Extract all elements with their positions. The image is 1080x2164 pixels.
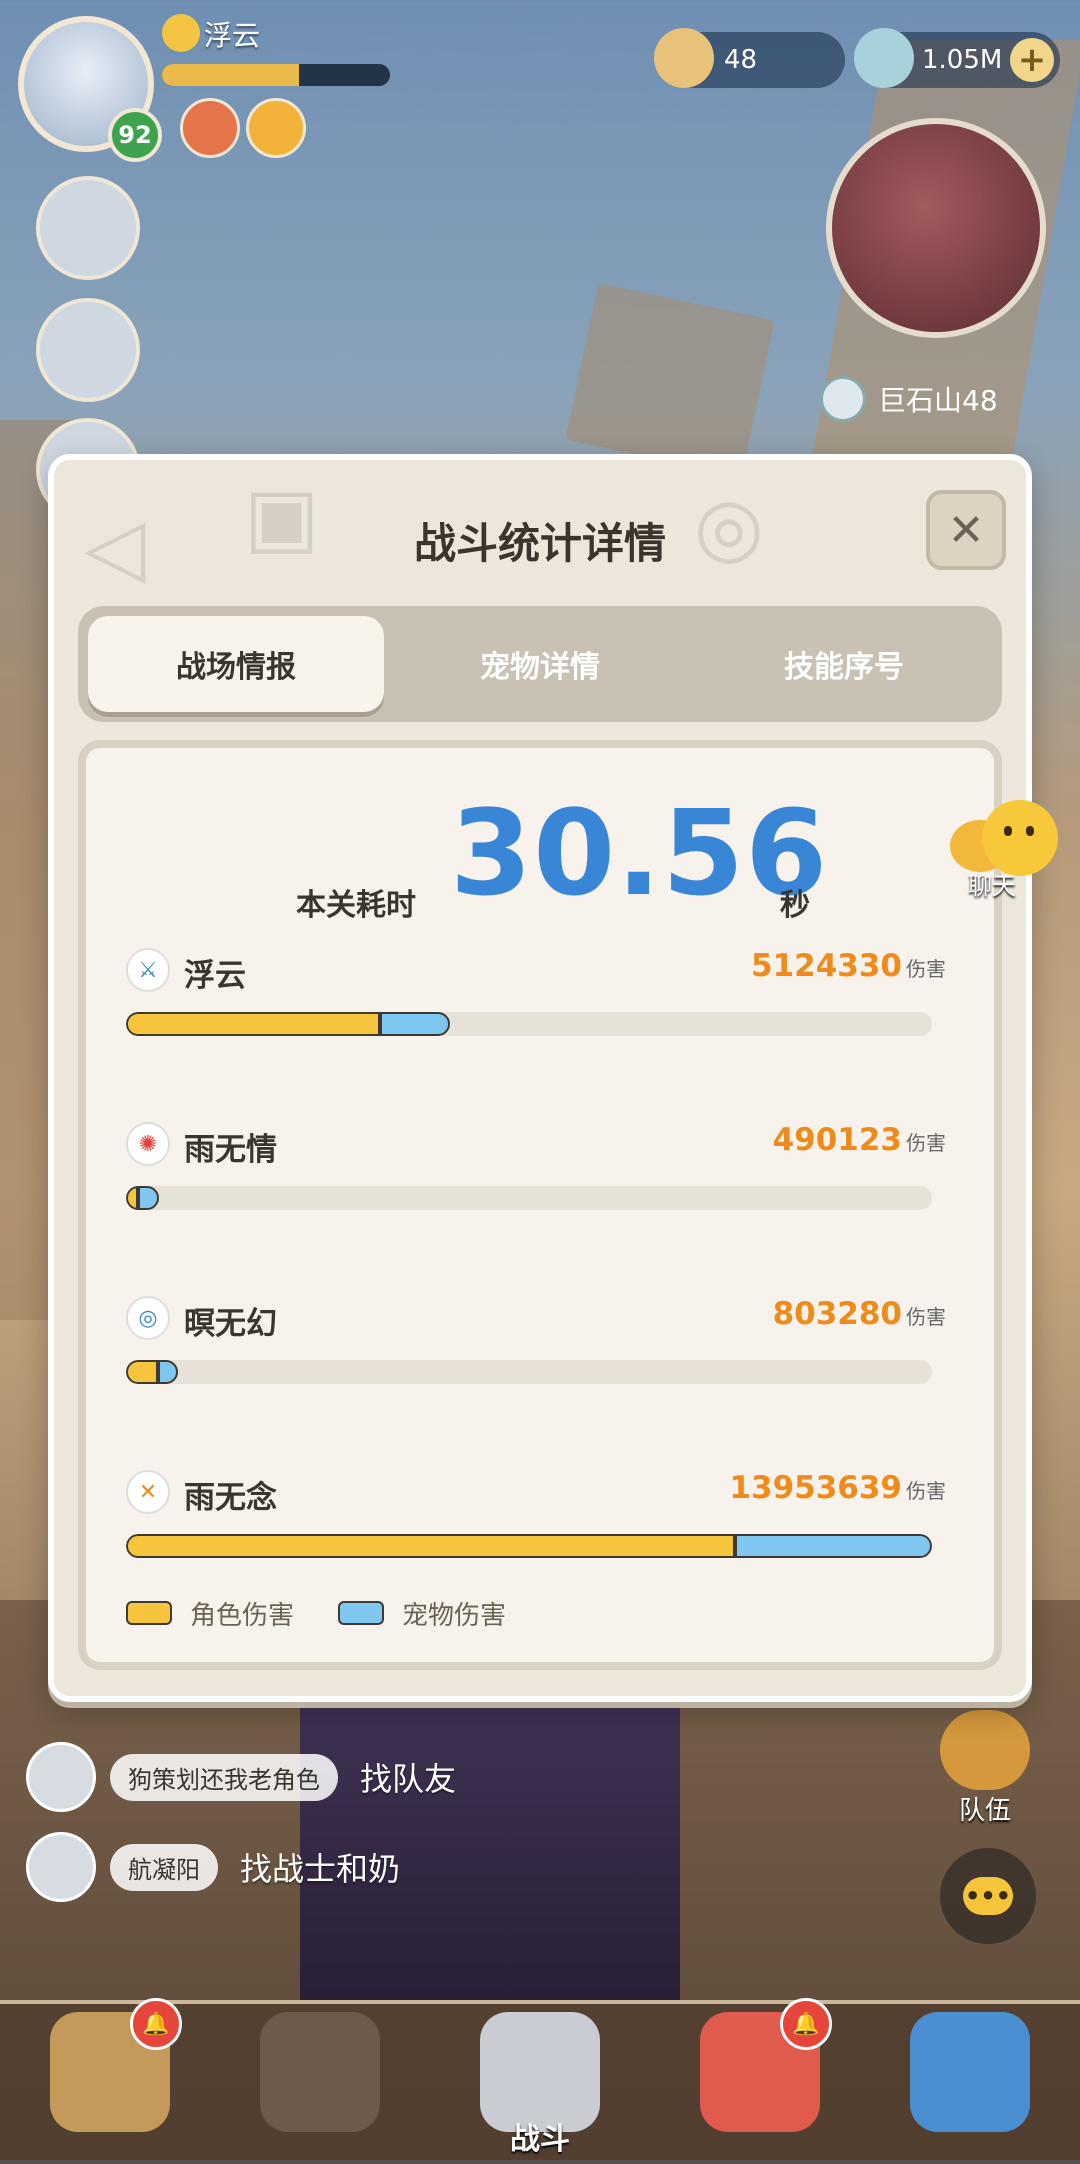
legend-role: 角色伤害 [190, 1600, 295, 1631]
chat-message: 找战士和奶 [240, 1850, 401, 1888]
gem-count: 1.05M [922, 45, 1003, 75]
bell-icon: 🔔 [780, 1998, 832, 2050]
chat-avatar [26, 1832, 96, 1902]
time-unit: 秒 [780, 888, 810, 923]
shell-count: 48 [724, 45, 758, 75]
pet-damage-fill [379, 1012, 450, 1036]
nav-label-battle: 战斗 [510, 2122, 570, 2157]
pet-damage-swatch [338, 1601, 385, 1625]
member-name: 暝无幻 [184, 1306, 277, 1342]
damage-row: ✺ 雨无情 490123 伤害 [126, 1122, 946, 1232]
damage-value: 5124330 伤害 [751, 948, 946, 984]
player-level-badge: 92 [108, 108, 162, 162]
damage-bar [126, 1012, 932, 1036]
chat-avatar [26, 1742, 96, 1812]
role-damage-fill [126, 1186, 139, 1210]
party-member-avatar[interactable] [36, 298, 140, 402]
time-label: 本关耗时 [296, 888, 416, 923]
player-title-icon [162, 14, 200, 52]
chat-message: 找队友 [360, 1760, 457, 1798]
gem-icon [854, 28, 914, 88]
damage-bar [126, 1360, 932, 1384]
tab-pet-details[interactable]: 宠物详情 [392, 616, 688, 712]
map-location-name: 巨石山48 [878, 384, 998, 417]
player-name: 浮云 [204, 19, 261, 52]
stats-panel: 本关耗时 30.56 秒 ⚔ 浮云 5124330 伤害 ✺ 雨无情 490123… [78, 740, 1002, 1670]
member-name: 雨无念 [184, 1480, 277, 1516]
team-icon [940, 1710, 1030, 1790]
role-damage-fill [126, 1360, 159, 1384]
party-member-avatar[interactable] [36, 176, 140, 280]
tab-skill-sequence[interactable]: 技能序号 [696, 616, 992, 712]
shell-currency[interactable]: 48 [654, 28, 845, 88]
bottom-nav: 🔔 战斗 🔔 [0, 1998, 1080, 2164]
hero-icon [260, 2012, 380, 2132]
damage-value: 803280 伤害 [772, 1296, 946, 1332]
damage-row: ⚔ 浮云 5124330 伤害 [126, 948, 946, 1058]
player-hp-fill [162, 64, 299, 86]
nav-hero[interactable] [220, 2012, 420, 2160]
minimap[interactable] [826, 118, 1046, 338]
damage-bar [126, 1186, 932, 1210]
shell-icon [654, 28, 714, 88]
nav-beast[interactable]: 🔔 [10, 1998, 210, 2160]
damage-row: ◎ 暝无幻 803280 伤害 [126, 1296, 946, 1406]
damage-value: 13953639 伤害 [729, 1470, 946, 1506]
bell-icon: 🔔 [130, 1998, 182, 2050]
legend-pet: 宠物伤害 [402, 1600, 507, 1631]
player-hp-bar [162, 64, 390, 86]
swirl-icon: ◎ [126, 1296, 170, 1340]
add-gems-button[interactable]: + [1010, 38, 1054, 82]
role-damage-swatch [126, 1601, 172, 1625]
tab-battlefield-intel[interactable]: 战场情报 [88, 616, 384, 712]
chat-sender: 航凝阳 [110, 1843, 218, 1891]
battle-stats-dialog: ◁ ▣ ◎ 战斗统计详情 ✕ 战场情报 宠物详情 技能序号 本关耗时 30.56… [48, 454, 1032, 1702]
gem-currency[interactable]: 1.05M + [854, 28, 1060, 88]
chat-label: 聊天 [968, 872, 1016, 900]
team-label: 队伍 [958, 1796, 1011, 1826]
chat-line[interactable]: 航凝阳 找战士和奶 [26, 1832, 400, 1902]
chat-float-button[interactable]: 聊天 [950, 800, 1062, 900]
tab-bar: 战场情报 宠物详情 技能序号 [78, 606, 1002, 722]
nav-pet[interactable]: 🔔 [660, 1998, 860, 2160]
blade-icon: ✕ [126, 1470, 170, 1514]
damage-value: 490123 伤害 [772, 1122, 946, 1158]
team-button[interactable]: 队伍 [930, 1710, 1040, 1826]
map-location: 巨石山48 [820, 374, 998, 424]
flame-icon: ✺ [126, 1122, 170, 1166]
member-name: 浮云 [184, 958, 246, 994]
damage-legend: 角色伤害 宠物伤害 [126, 1593, 506, 1633]
location-pin-icon [820, 376, 866, 422]
pet-damage-fill [158, 1360, 178, 1384]
speech-bubble-icon: ••• [963, 1877, 1013, 1915]
dialog-title: 战斗统计详情 [413, 519, 666, 568]
pet-damage-fill [138, 1186, 160, 1210]
quick-chat-button[interactable]: ••• [940, 1848, 1036, 1944]
pet-damage-fill [734, 1534, 932, 1558]
close-button[interactable]: ✕ [926, 490, 1006, 570]
banner-icon [910, 2012, 1030, 2132]
role-damage-fill [126, 1534, 735, 1558]
time-value: 30.56 [450, 784, 829, 922]
sword-icon: ⚔ [126, 948, 170, 992]
damage-row: ✕ 雨无念 13953639 伤害 [126, 1470, 946, 1580]
member-name: 雨无情 [184, 1132, 277, 1168]
buff-icon[interactable] [246, 98, 306, 158]
chat-sender: 狗策划还我老角色 [110, 1753, 338, 1801]
role-damage-fill [126, 1012, 380, 1036]
chat-line[interactable]: 狗策划还我老角色 找队友 [26, 1742, 456, 1812]
background-rock [565, 283, 775, 477]
nav-battle[interactable]: 战斗 [440, 2012, 640, 2160]
nav-guild[interactable] [870, 2012, 1070, 2160]
damage-bar [126, 1534, 932, 1558]
smiley-icon [982, 800, 1058, 876]
buff-icon[interactable] [180, 98, 240, 158]
